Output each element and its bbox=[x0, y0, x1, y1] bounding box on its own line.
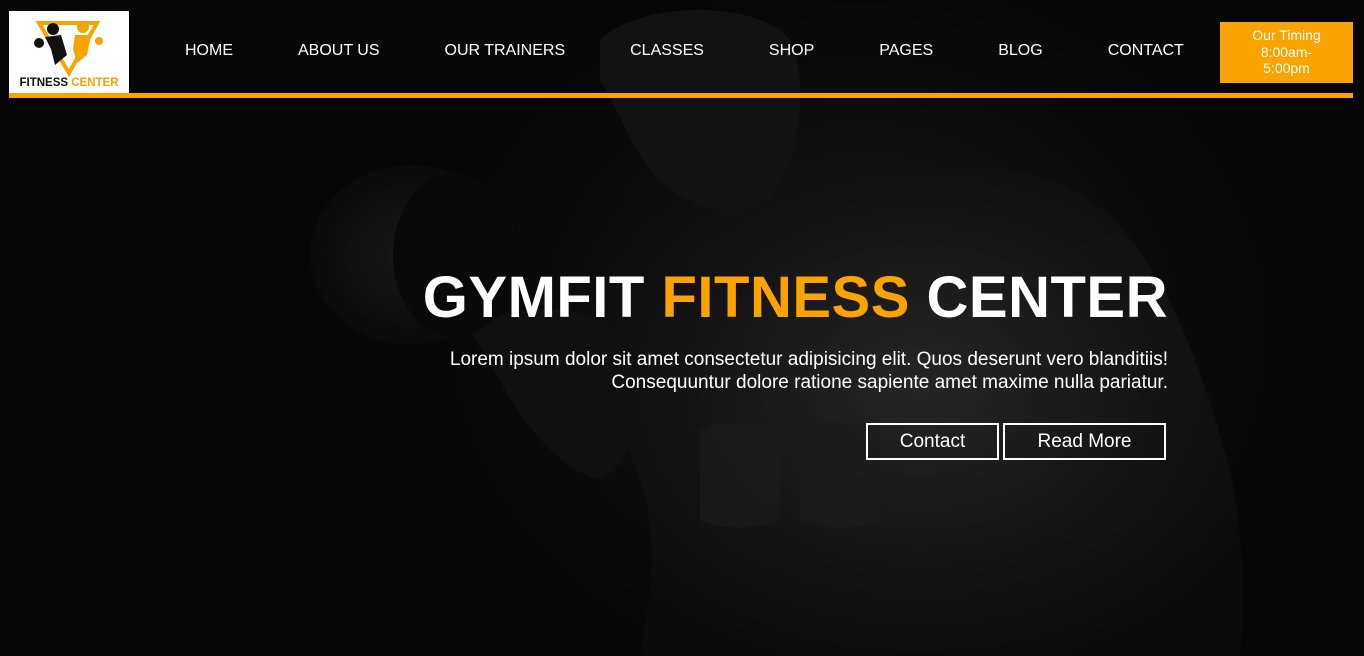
main-nav: HOME ABOUT US OUR TRAINERS CLASSES SHOP … bbox=[152, 41, 1184, 61]
fitness-figures-logo-icon bbox=[34, 21, 103, 77]
hero-title-accent: FITNESS bbox=[661, 265, 910, 330]
hero-title-part1: GYMFIT bbox=[422, 265, 645, 330]
timing-badge: Our Timing 8:00am- 5:00pm bbox=[1220, 22, 1353, 83]
hero-description-line2: Consequuntur dolore ratione sapiente ame… bbox=[611, 372, 1168, 393]
logo-text: FITNESS CENTER bbox=[9, 77, 129, 89]
contact-button[interactable]: Contact bbox=[866, 423, 999, 460]
hero-buttons: Contact Read More bbox=[866, 423, 1166, 460]
logo-text-accent: CENTER bbox=[71, 77, 119, 89]
hero-section: FITNESS CENTER HOME ABOUT US OUR TRAINER… bbox=[0, 0, 1364, 656]
hero-title: GYMFIT FITNESS CENTER bbox=[368, 266, 1168, 330]
timing-close: 5:00pm bbox=[1263, 60, 1310, 76]
site-logo[interactable]: FITNESS CENTER bbox=[9, 11, 129, 93]
hero-title-part2: CENTER bbox=[926, 265, 1168, 330]
nav-home[interactable]: HOME bbox=[185, 41, 233, 61]
nav-our-trainers[interactable]: OUR TRAINERS bbox=[445, 41, 566, 61]
hero-description: Lorem ipsum dolor sit amet consectetur a… bbox=[368, 348, 1168, 394]
timing-open: 8:00am- bbox=[1260, 43, 1313, 60]
nav-about-us[interactable]: ABOUT US bbox=[298, 41, 380, 61]
site-header: FITNESS CENTER HOME ABOUT US OUR TRAINER… bbox=[9, 11, 1353, 98]
nav-shop[interactable]: SHOP bbox=[769, 41, 814, 61]
hero-description-line1: Lorem ipsum dolor sit amet consectetur a… bbox=[449, 349, 1168, 370]
nav-contact[interactable]: CONTACT bbox=[1108, 41, 1184, 61]
nav-classes[interactable]: CLASSES bbox=[630, 41, 704, 61]
timing-label: Our Timing bbox=[1252, 27, 1321, 43]
nav-blog[interactable]: BLOG bbox=[998, 41, 1042, 61]
logo-text-dark: FITNESS bbox=[19, 77, 69, 89]
hero-content: GYMFIT FITNESS CENTER Lorem ipsum dolor … bbox=[368, 266, 1168, 394]
header-divider bbox=[9, 93, 1353, 98]
read-more-button[interactable]: Read More bbox=[1003, 423, 1166, 460]
nav-pages[interactable]: PAGES bbox=[879, 41, 933, 61]
